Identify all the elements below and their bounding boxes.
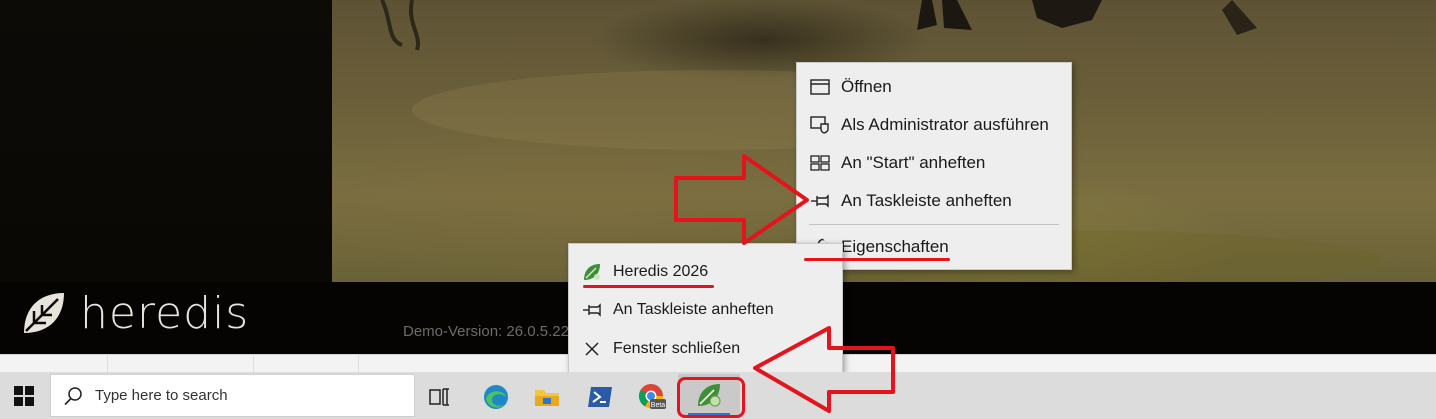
- heredis-app-icon: [581, 261, 603, 283]
- search-icon: [64, 386, 82, 405]
- windows-start-icon: [14, 385, 34, 406]
- menu-item-label: Als Administrator ausführen: [841, 115, 1049, 134]
- menu-item-label: Eigenschaften: [841, 237, 949, 256]
- file-explorer-button[interactable]: [527, 377, 567, 417]
- file-explorer-icon: [535, 390, 559, 406]
- close-icon: [581, 338, 603, 360]
- context-menu: Öffnen Als Administrator ausführen An "S…: [796, 62, 1072, 270]
- menu-item-label: Öffnen: [841, 77, 892, 96]
- jump-item-label: Fenster schließen: [613, 340, 741, 357]
- pin-icon: [581, 299, 603, 321]
- pin-icon: [809, 190, 831, 212]
- jump-item-label: An Taskleiste anheften: [613, 301, 774, 318]
- demo-version-label: Demo-Version: 26.0.5.22: [403, 323, 569, 340]
- menu-item-label: An Taskleiste anheften: [841, 191, 1012, 210]
- window-icon: [809, 76, 831, 98]
- edge-icon: [484, 385, 508, 409]
- underline-heredis-2026: [583, 285, 714, 288]
- admin-shield-icon: [809, 114, 831, 136]
- chrome-beta-button[interactable]: Beta: [632, 377, 672, 417]
- jump-list: Heredis 2026 An Taskleiste anheften Fens…: [568, 243, 843, 373]
- menu-separator: [809, 224, 1059, 225]
- menu-item-pin-start[interactable]: An "Start" anheften: [797, 144, 1071, 182]
- powershell-button[interactable]: [580, 377, 620, 417]
- chrome-beta-icon: Beta: [638, 384, 666, 409]
- start-tiles-icon: [809, 152, 831, 174]
- chrome-beta-badge: Beta: [651, 402, 666, 409]
- menu-item-run-as-admin[interactable]: Als Administrator ausführen: [797, 106, 1071, 144]
- jump-item-close-window[interactable]: Fenster schließen: [569, 330, 842, 368]
- edge-button[interactable]: [476, 377, 516, 417]
- heredis-logo: heredis: [18, 287, 249, 339]
- underline-properties: [804, 258, 950, 261]
- task-view-button[interactable]: [420, 377, 460, 417]
- menu-item-open[interactable]: Öffnen: [797, 68, 1071, 106]
- menu-item-label: An "Start" anheften: [841, 153, 986, 172]
- search-input[interactable]: [93, 386, 377, 405]
- leaf-logo-icon: [24, 293, 64, 333]
- menu-item-pin-taskbar[interactable]: An Taskleiste anheften: [797, 182, 1071, 220]
- task-view-icon: [429, 388, 449, 406]
- jump-item-pin-taskbar[interactable]: An Taskleiste anheften: [569, 291, 842, 329]
- powershell-icon: [588, 387, 612, 407]
- app-dark-panel: [0, 0, 332, 282]
- start-button[interactable]: [0, 372, 48, 419]
- logo-text: heredis: [80, 287, 250, 339]
- highlight-heredis-taskbar: [677, 377, 745, 418]
- jump-item-label: Heredis 2026: [613, 263, 709, 280]
- taskbar-search[interactable]: [50, 374, 415, 417]
